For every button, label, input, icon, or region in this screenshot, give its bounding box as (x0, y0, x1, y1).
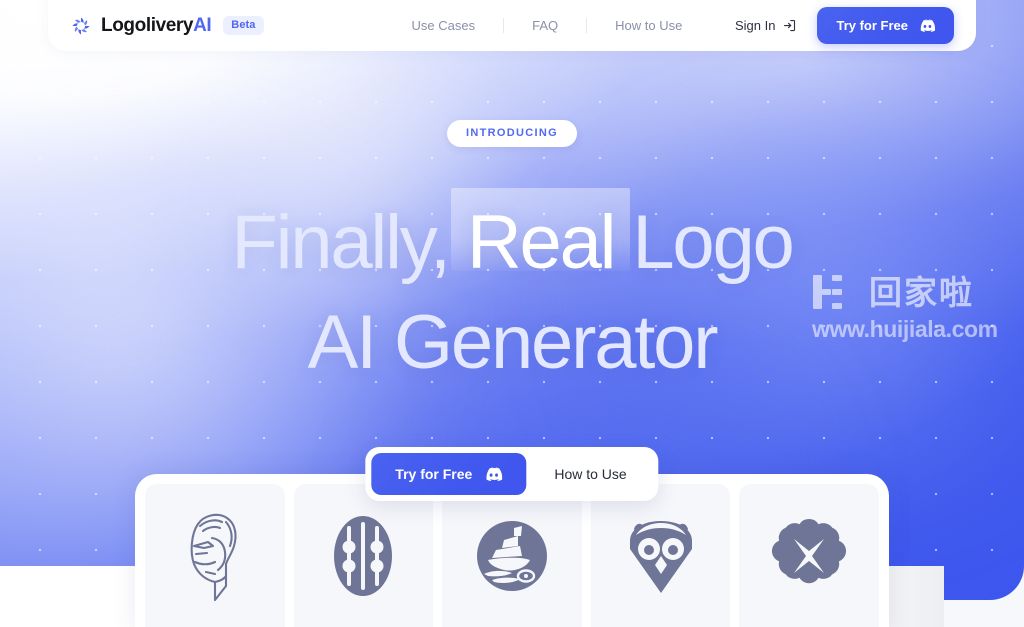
aperture-petals-logo-icon (72, 17, 90, 34)
sign-in-button[interactable]: Sign In (735, 18, 797, 33)
introducing-badge[interactable]: INTRODUCING (447, 120, 577, 147)
brand-logo[interactable]: LogoliveryAI Beta (70, 15, 264, 37)
site-header: LogoliveryAI Beta Use Cases FAQ How to U… (48, 0, 976, 51)
header-inner: LogoliveryAI Beta Use Cases FAQ How to U… (48, 0, 976, 51)
sign-in-label: Sign In (734, 18, 776, 33)
hero-cta-primary-label: Try for Free (395, 466, 473, 482)
hero-cta-group: Try for Free How to Use (365, 447, 659, 501)
oval-vertical-bars-beads-logo-icon (334, 516, 393, 596)
main-nav: Use Cases FAQ How to Use (384, 18, 711, 33)
scalloped-badge-x-logo-icon (772, 518, 847, 584)
logo-card[interactable] (293, 484, 434, 627)
nav-item-faq[interactable]: FAQ (504, 18, 586, 33)
header-try-for-free-button[interactable]: Try for Free (817, 7, 954, 44)
nav-item-how-to-use[interactable]: How to Use (587, 18, 710, 33)
discord-icon (486, 467, 503, 481)
logo-card[interactable] (145, 484, 285, 627)
hero-try-for-free-button[interactable]: Try for Free (371, 453, 527, 495)
hero-how-to-use-button[interactable]: How to Use (526, 453, 652, 495)
logo-card[interactable] (739, 484, 879, 627)
brand-name-accent: AI (193, 14, 212, 36)
face-profile-line-art-logo-icon (190, 513, 237, 602)
owl-down-arrow-logo-icon (629, 521, 692, 593)
logo-card[interactable] (590, 484, 731, 627)
header-actions: Sign In Try for Free (735, 7, 954, 44)
page-root: LogoliveryAI Beta Use Cases FAQ How to U… (0, 0, 1024, 627)
brand-name: LogoliveryAI (101, 14, 212, 37)
brand-name-main: Logolivery (101, 14, 194, 36)
login-arrow-icon (784, 19, 796, 32)
circle-ship-waves-logo-icon (476, 521, 547, 591)
header-cta-label: Try for Free (836, 18, 908, 33)
beta-badge[interactable]: Beta (223, 16, 264, 35)
logo-card[interactable] (442, 484, 582, 627)
hero-glow-top (140, 60, 560, 320)
nav-item-use-cases[interactable]: Use Cases (384, 18, 504, 33)
discord-icon (920, 19, 935, 32)
